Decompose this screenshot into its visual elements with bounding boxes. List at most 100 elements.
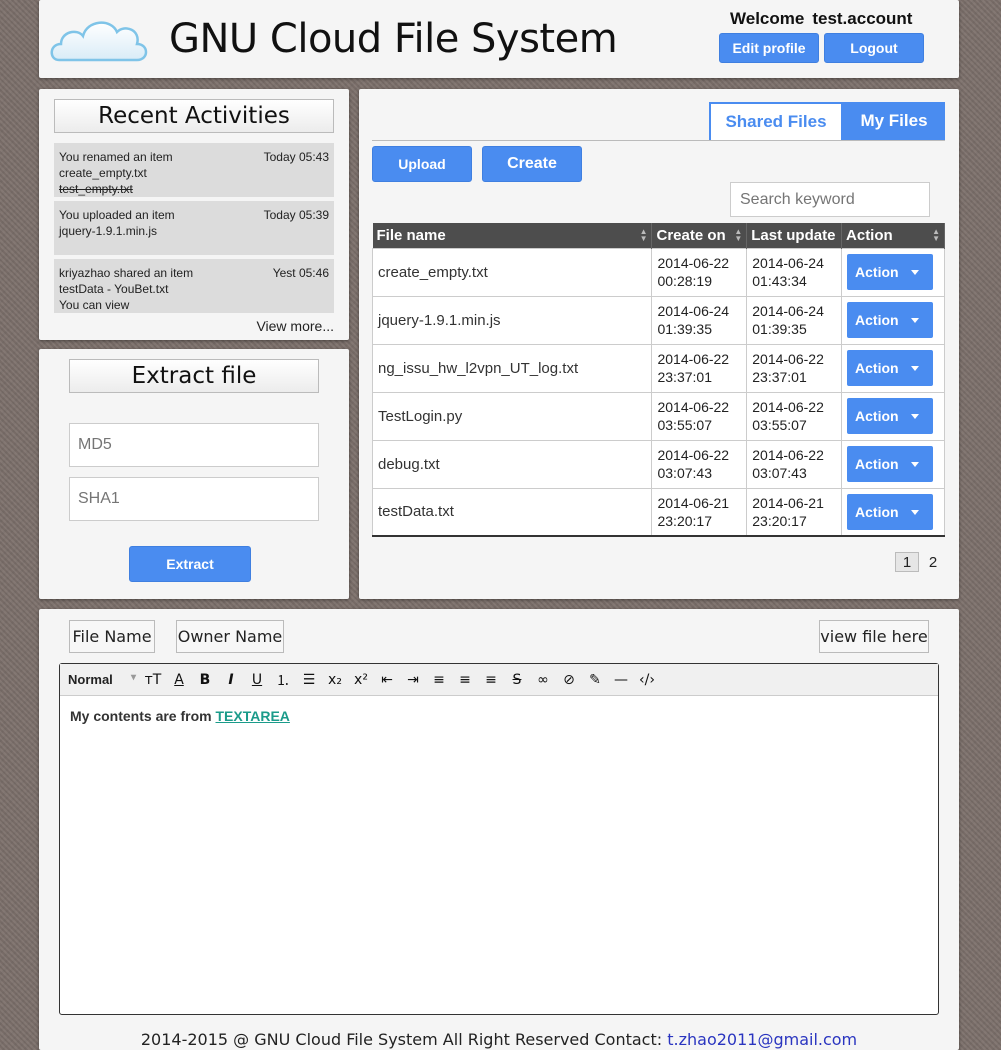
subscript-icon[interactable]: x₂ [322, 672, 348, 688]
created-time: 03:07:43 [657, 465, 712, 481]
strikethrough-icon[interactable]: S [504, 672, 530, 688]
action-dropdown-button[interactable]: Action [847, 254, 934, 290]
view-file-button[interactable]: view file here [819, 620, 929, 653]
activity-old-name: test_empty.txt [59, 182, 133, 196]
superscript-icon[interactable]: x² [348, 672, 374, 688]
owner-name-button[interactable]: Owner Name [176, 620, 284, 653]
table-row[interactable]: TestLogin.py 2014-06-22 03:55:07 2014-06-22… [371, 391, 945, 441]
view-more-link[interactable]: View more... [256, 318, 334, 334]
action-cell: Action [841, 487, 945, 537]
action-dropdown-button[interactable]: Action [847, 350, 934, 386]
caret-down-icon [911, 462, 920, 467]
tab-shared-files[interactable]: Shared Files [709, 102, 843, 140]
table-row[interactable]: testData.txt 2014-06-21 23:20:17 2014-06-21… [371, 487, 945, 537]
extract-button[interactable]: Extract [129, 546, 251, 582]
action-cell: Action [841, 391, 945, 441]
action-dropdown-button[interactable]: Action [847, 398, 934, 434]
table-row[interactable]: debug.txt 2014-06-22 03:07:43 2014-06-22 03:… [371, 439, 945, 489]
action-cell: Action [841, 247, 945, 297]
created-cell: 2014-06-22 00:28:19 [651, 247, 748, 297]
action-dropdown-button[interactable]: Action [847, 493, 934, 530]
md5-input[interactable] [69, 423, 319, 467]
file-name: ng_issu_hw_l2vpn_UT_log.txt [378, 359, 579, 377]
align-left-icon[interactable]: ≡ [426, 672, 452, 688]
created-cell: 2014-06-22 03:07:43 [651, 439, 748, 489]
table-header-row: File name ▲ ▼ Create on ▲ ▼ Last update Acti… [372, 223, 945, 248]
updated-date: 2014-06-21 [752, 494, 824, 511]
file-name-cell[interactable]: ng_issu_hw_l2vpn_UT_log.txt [371, 343, 653, 393]
unlink-icon[interactable]: ⊘ [556, 672, 582, 688]
create-button[interactable]: Create [482, 146, 582, 182]
outdent-icon[interactable]: ⇤ [374, 672, 400, 688]
updated-cell: 2014-06-22 03:55:07 [746, 391, 843, 441]
file-name: testData.txt [378, 503, 454, 521]
clear-format-icon[interactable]: ✎ [582, 672, 608, 688]
files-panel: Shared Files My Files Upload Create File… [359, 89, 959, 599]
indent-icon[interactable]: ⇥ [400, 672, 426, 688]
action-cell: Action [841, 343, 945, 393]
updated-cell: 2014-06-22 03:07:43 [746, 439, 843, 489]
contact-email-link[interactable]: t.zhao2011@gmail.com [667, 1030, 857, 1049]
file-name-cell[interactable]: create_empty.txt [371, 247, 653, 297]
file-name: create_empty.txt [378, 263, 488, 281]
link-icon[interactable]: ∞ [530, 672, 556, 688]
updated-cell: 2014-06-24 01:39:35 [746, 295, 843, 345]
file-name-button[interactable]: File Name [69, 620, 155, 653]
table-row[interactable]: jquery-1.9.1.min.js 2014-06-24 01:39:35 201… [371, 295, 945, 345]
unordered-list-icon[interactable]: ☰ [296, 672, 322, 688]
textarea-link[interactable]: TEXTAREA [215, 708, 289, 724]
file-name-cell[interactable]: testData.txt [371, 487, 653, 537]
activity-item[interactable]: You uploaded an item jquery-1.9.1.min.js… [54, 201, 334, 255]
file-name-cell[interactable]: debug.txt [371, 439, 653, 489]
upload-button[interactable]: Upload [372, 146, 472, 182]
action-label: Action [855, 360, 899, 376]
file-name-cell[interactable]: jquery-1.9.1.min.js [371, 295, 653, 345]
rich-text-editor[interactable]: Normal тT A B I U ⒈ ☰ x₂ x² ⇤ ⇥ ≡ ≡ ≡ S … [59, 663, 939, 1015]
file-name-cell[interactable]: TestLogin.py [371, 391, 653, 441]
ordered-list-icon[interactable]: ⒈ [270, 670, 296, 690]
align-center-icon[interactable]: ≡ [452, 672, 478, 688]
font-size-icon[interactable]: тT [140, 672, 166, 688]
updated-cell: 2014-06-22 23:37:01 [746, 343, 843, 393]
font-color-icon[interactable]: A [166, 672, 192, 688]
action-label: Action [855, 408, 899, 424]
column-header-action[interactable]: Action ▲ ▼ [841, 223, 945, 248]
edit-profile-button[interactable]: Edit profile [719, 33, 819, 63]
footer-text: 2014-2015 @ GNU Cloud File System All Ri… [140, 1030, 668, 1049]
italic-icon[interactable]: I [218, 672, 244, 688]
page-2-button[interactable]: 2 [921, 552, 945, 572]
action-dropdown-button[interactable]: Action [847, 446, 934, 482]
tab-my-files[interactable]: My Files [843, 102, 945, 140]
created-date: 2014-06-22 [657, 399, 730, 415]
activity-item[interactable]: kriyazhao shared an item testData - YouB… [54, 259, 334, 313]
welcome-text: Welcome test.account [730, 9, 912, 29]
cloud-logo-icon [50, 21, 148, 62]
page-1-button[interactable]: 1 [895, 552, 919, 572]
column-header-create-on[interactable]: Create on ▲ ▼ [651, 223, 748, 248]
action-dropdown-button[interactable]: Action [847, 302, 934, 338]
updated-date: 2014-06-22 [752, 351, 824, 367]
sha1-input[interactable] [69, 477, 319, 521]
action-label: Action [855, 264, 899, 280]
editor-content[interactable]: My contents are from TEXTAREA [60, 696, 938, 736]
format-select[interactable]: Normal [68, 672, 140, 687]
updated-time: 01:43:34 [752, 273, 807, 289]
editor-panel: File Name Owner Name view file here Norm… [39, 609, 959, 1050]
code-view-icon[interactable]: ‹/› [634, 672, 660, 688]
column-header-file-name[interactable]: File name ▲ ▼ [372, 223, 653, 248]
updated-cell: 2014-06-21 23:20:17 [746, 487, 843, 537]
column-header-last-update[interactable]: Last update [746, 223, 843, 248]
horizontal-rule-icon[interactable]: — [608, 672, 634, 688]
extract-file-panel: Extract file Extract [39, 349, 349, 599]
table-row[interactable]: ng_issu_hw_l2vpn_UT_log.txt 2014-06-22 23:… [371, 343, 945, 393]
activity-item[interactable]: You renamed an item create_empty.txt tes… [54, 143, 334, 197]
align-right-icon[interactable]: ≡ [478, 672, 504, 688]
updated-date: 2014-06-24 [752, 303, 824, 319]
bold-icon[interactable]: B [192, 672, 218, 688]
caret-down-icon [911, 414, 920, 419]
updated-date: 2014-06-22 [752, 399, 824, 415]
logout-button[interactable]: Logout [824, 33, 924, 63]
table-row[interactable]: create_empty.txt 2014-06-22 00:28:19 2014-0… [371, 247, 945, 297]
underline-icon[interactable]: U [244, 672, 270, 688]
search-input[interactable] [730, 182, 930, 217]
